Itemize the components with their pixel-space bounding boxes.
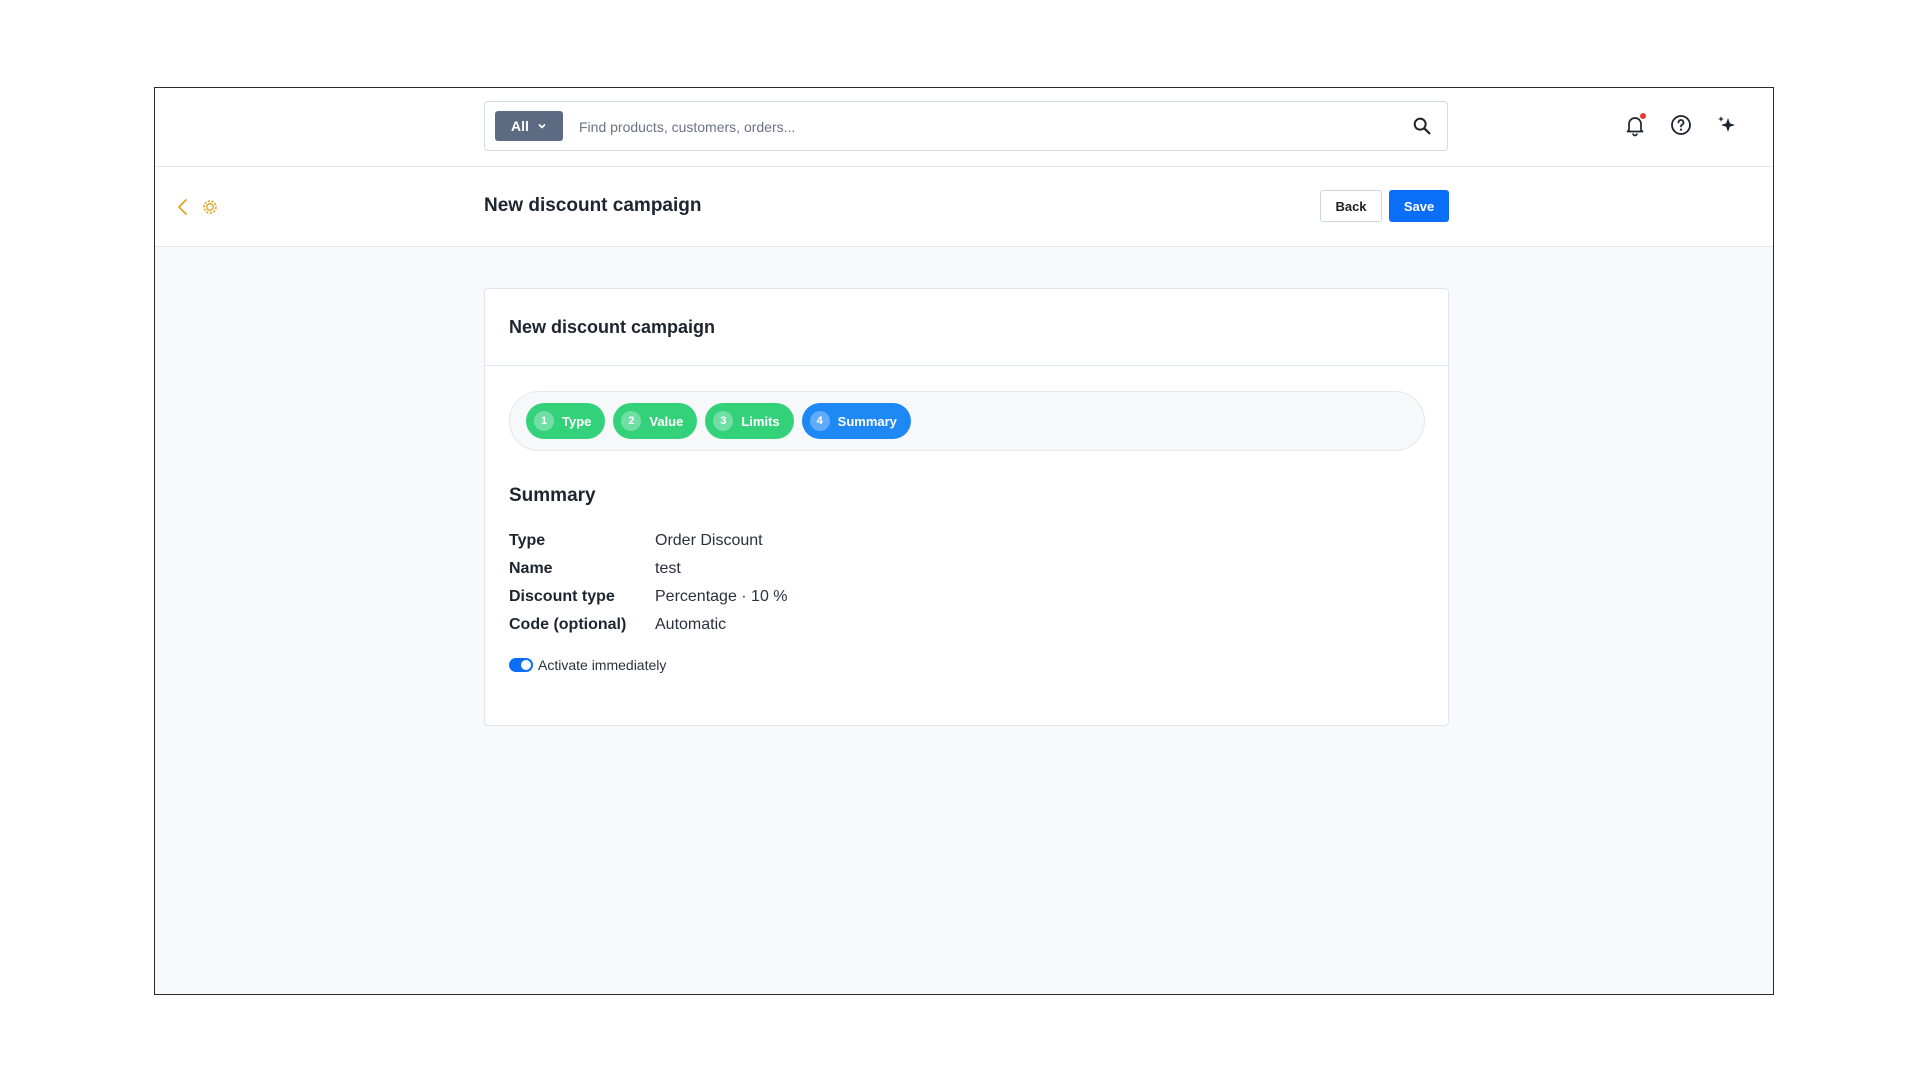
search-scope-label: All <box>511 118 529 134</box>
toggle-knob <box>521 660 531 670</box>
summary-label: Type <box>509 532 546 549</box>
summary-value: test <box>655 560 681 577</box>
summary-row-code: Code (optional) Automatic <box>509 611 788 639</box>
step-label: Type <box>562 413 592 429</box>
ai-assistant-button[interactable] <box>1715 113 1739 137</box>
gear-icon[interactable] <box>201 198 219 216</box>
step-number: 2 <box>621 411 642 431</box>
global-search: All <box>484 101 1448 151</box>
page-header: New discount campaign Back Save <box>155 167 1773 247</box>
back-button[interactable]: Back <box>1320 190 1382 222</box>
help-button[interactable] <box>1669 113 1693 137</box>
notifications-button[interactable] <box>1623 113 1647 137</box>
search-input[interactable] <box>577 113 1361 141</box>
summary-value: Percentage · 10 % <box>655 588 788 605</box>
sparkle-icon <box>1718 116 1735 132</box>
step-label: Summary <box>837 413 897 429</box>
summary-label: Code (optional) <box>509 616 627 633</box>
wizard-stepper: 1 Type 2 Value 3 Limits 4 Summary <box>509 391 1425 451</box>
save-button[interactable]: Save <box>1389 190 1449 222</box>
summary-label: Name <box>509 560 553 577</box>
page-title: New discount campaign <box>484 195 702 216</box>
step-label: Value <box>649 413 684 429</box>
step-value[interactable]: 2 Value <box>613 403 698 439</box>
campaign-card: New discount campaign 1 Type 2 Value 3 L… <box>484 288 1449 726</box>
help-circle-icon <box>1671 115 1691 135</box>
activate-toggle-row: Activate immediately <box>509 657 666 673</box>
summary-row-discount-type: Discount type Percentage · 10 % <box>509 583 788 611</box>
card-title: New discount campaign <box>485 289 1448 366</box>
summary-list: Type Order Discount Name test Discount t… <box>509 527 788 639</box>
summary-value: Automatic <box>655 616 727 633</box>
summary-value: Order Discount <box>655 532 763 549</box>
step-type[interactable]: 1 Type <box>526 403 606 439</box>
chevron-down-icon <box>538 123 546 129</box>
step-limits[interactable]: 3 Limits <box>705 403 794 439</box>
app-window: All Find products, customers, orders... … <box>154 87 1774 995</box>
chevron-left-icon[interactable] <box>175 198 191 216</box>
summary-label: Discount type <box>509 588 615 605</box>
summary-row-type: Type Order Discount <box>509 527 788 555</box>
search-icon[interactable] <box>1411 115 1433 137</box>
search-scope-dropdown[interactable]: All <box>495 111 563 141</box>
activate-immediately-label: Activate immediately <box>538 657 667 673</box>
top-actions <box>1623 113 1739 137</box>
notification-badge <box>1640 113 1646 119</box>
step-number: 1 <box>534 411 554 431</box>
step-label: Limits <box>741 413 780 429</box>
step-number: 4 <box>809 411 830 431</box>
top-bar: All <box>155 88 1773 167</box>
summary-heading: Summary <box>509 485 596 506</box>
activate-immediately-toggle[interactable] <box>509 658 533 672</box>
step-summary[interactable]: 4 Summary <box>801 403 911 439</box>
summary-row-name: Name test <box>509 555 788 583</box>
step-number: 3 <box>713 411 734 431</box>
